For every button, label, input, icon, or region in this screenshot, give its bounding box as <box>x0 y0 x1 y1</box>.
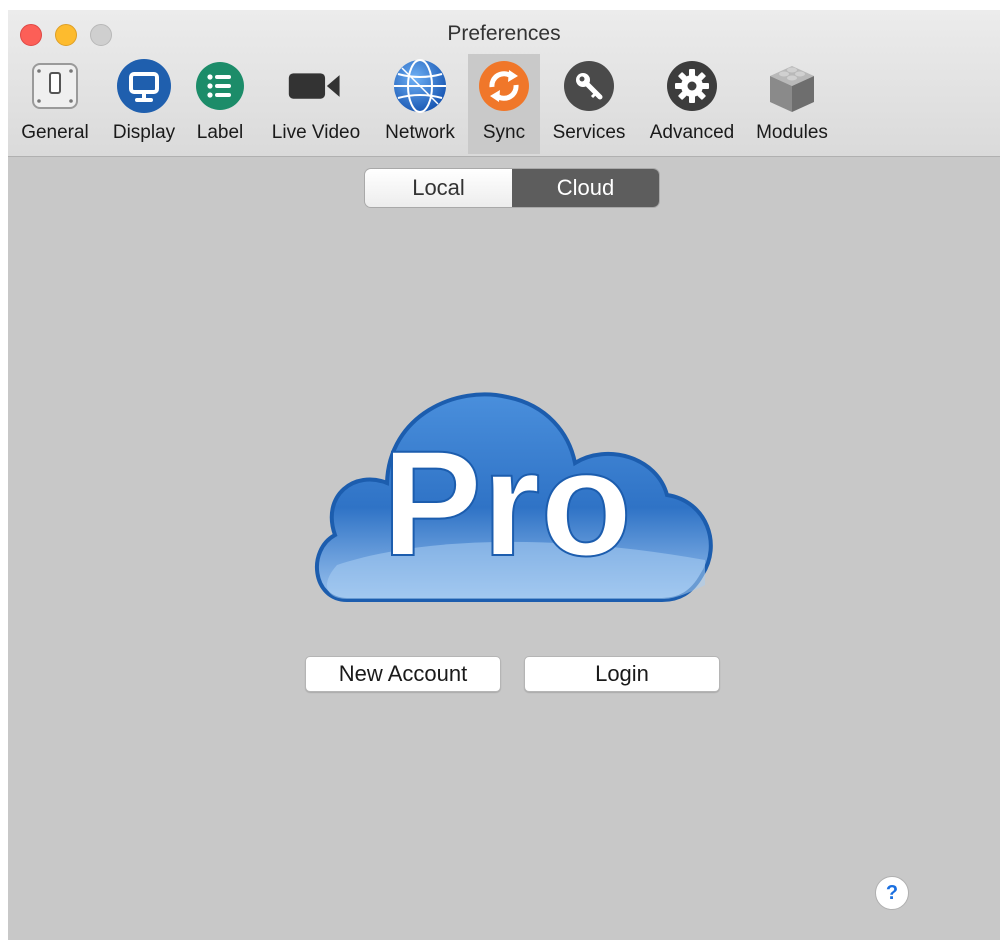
globe-icon <box>391 57 449 115</box>
toolbar-label: Network <box>385 122 455 143</box>
toolbar-label: Advanced <box>649 122 735 143</box>
toolbar-item-network[interactable]: Network <box>376 54 464 154</box>
toolbar-label: Sync <box>482 122 526 143</box>
gear-icon <box>663 57 721 115</box>
desktop-edge <box>0 0 1000 10</box>
help-button[interactable]: ? <box>875 876 909 910</box>
switch-icon <box>26 57 84 115</box>
preferences-window: Preferences General Display Label Live V… <box>8 10 1000 940</box>
cube-icon <box>763 57 821 115</box>
new-account-button[interactable]: New Account <box>305 656 501 692</box>
toolbar-item-advanced[interactable]: Advanced <box>642 54 742 154</box>
segment-local[interactable]: Local <box>365 169 512 207</box>
segment-cloud[interactable]: Cloud <box>512 169 659 207</box>
video-camera-icon <box>287 57 345 115</box>
login-button[interactable]: Login <box>524 656 720 692</box>
toolbar-item-general[interactable]: General <box>14 54 96 154</box>
monitor-icon <box>115 57 173 115</box>
toolbar-label: Label <box>196 122 244 143</box>
toolbar-label: Live Video <box>271 122 361 143</box>
key-icon <box>560 57 618 115</box>
title-bar: Preferences General Display Label Live V… <box>8 10 1000 157</box>
list-icon <box>191 57 249 115</box>
toolbar-label: Services <box>552 122 626 143</box>
logo-text: Pro <box>382 419 632 587</box>
toolbar-label: Modules <box>756 122 828 143</box>
toolbar-label: Display <box>112 122 176 143</box>
toolbar-item-sync[interactable]: Sync <box>468 54 540 154</box>
toolbar-item-live-video[interactable]: Live Video <box>260 54 372 154</box>
toolbar-label: General <box>21 122 89 143</box>
toolbar-item-modules[interactable]: Modules <box>746 54 838 154</box>
toolbar-item-label[interactable]: Label <box>190 54 250 154</box>
toolbar-item-display[interactable]: Display <box>106 54 182 154</box>
pro-cloud-logo: Pro <box>314 392 713 602</box>
local-cloud-segmented-control: Local Cloud <box>365 169 659 207</box>
window-title: Preferences <box>447 22 561 45</box>
sync-icon <box>475 57 533 115</box>
toolbar-item-services[interactable]: Services <box>546 54 632 154</box>
